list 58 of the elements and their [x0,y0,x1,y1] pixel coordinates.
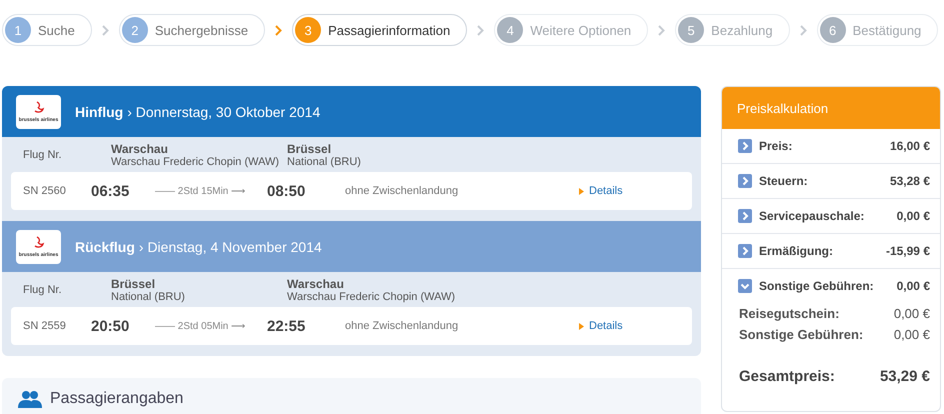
price-label: Sonstige Gebühren: [759,279,874,293]
price-label: Ermäßigung: [759,244,833,258]
arrival-time: 22:55 [267,318,306,334]
triangle-icon [579,188,584,194]
price-row[interactable]: Steuern: 53,28 € [722,164,940,198]
triangle-icon [579,322,584,330]
flight-title: Rückflug › Dienstag, 4 November 2014 [75,238,322,254]
column-label: Flug Nr. [23,148,63,160]
price-row[interactable]: Sonstige Gebühren: 0,00 € [722,269,940,303]
details-link[interactable]: Details [579,185,623,197]
chevron-icon [477,24,484,36]
price-row[interactable]: Preis: 16,00 € [722,129,940,163]
stops-text: ohne Zwischenlandung [345,320,458,332]
price-value: 16,00 € [890,139,930,153]
step-tab[interactable]: 3 Passagierinformation [292,14,468,46]
price-value: 0,00 € [896,279,930,293]
city-name: Brüssel [111,276,156,290]
total-value: 53,29 € [880,368,930,385]
chevron-icon [275,24,282,36]
price-row[interactable]: Ermäßigung: -15,99 € [722,234,940,268]
price-value: 53,28 € [890,174,930,188]
price-value: 0,00 € [896,209,930,223]
city-name: Warschau [111,142,169,156]
chevron-icon [800,24,807,36]
price-label: Sonstige Gebühren: [739,327,864,342]
details-link[interactable]: Details [579,320,623,332]
flight-number: SN 2560 [23,185,66,197]
panel-title: Preiskalkulation [722,87,940,129]
price-value: 0,00 € [894,327,930,342]
airport-name: Warschau Frederic Chopin (WAW) [111,156,280,168]
stops-text: ohne Zwischenlandung [345,185,458,197]
step-tab[interactable]: 2 Suchergebnisse [118,14,266,46]
price-row[interactable]: Servicepauschale: 0,00 € [722,199,940,233]
departure-time: 20:50 [91,318,130,334]
step-tab[interactable]: 1 Suche [2,14,92,46]
arrival-time: 08:50 [267,182,306,200]
city-name: Warschau [287,276,345,290]
flight-duration: —— 2Std 15Min ⟶ [155,186,246,197]
column-label: Flug Nr. [23,284,63,296]
price-label: Steuern: [759,174,808,188]
section-title: Passagierangaben [50,390,184,408]
chevron-icon [658,24,666,36]
price-label: Reisegutschein: [739,306,840,321]
people-icon [18,390,42,408]
flight-title: Hinflug › Donnerstag, 30 Oktober 2014 [75,104,320,120]
chevron-icon [102,24,109,36]
city-name: Brüssel [287,142,332,156]
airport-name: National (BRU) [287,156,362,168]
airport-name: National (BRU) [111,290,186,302]
price-label: Preis: [759,139,792,153]
total-label: Gesamtpreis: [739,368,835,385]
flight-duration: —— 2Std 05Min ⟶ [155,321,246,332]
price-label: Servicepauschale: [759,209,864,223]
departure-time: 06:35 [91,182,130,200]
price-value: -15,99 € [886,244,930,258]
airport-name: Warschau Frederic Chopin (WAW) [287,290,456,302]
flight-number: SN 2559 [23,320,66,332]
price-value: 0,00 € [894,306,930,321]
